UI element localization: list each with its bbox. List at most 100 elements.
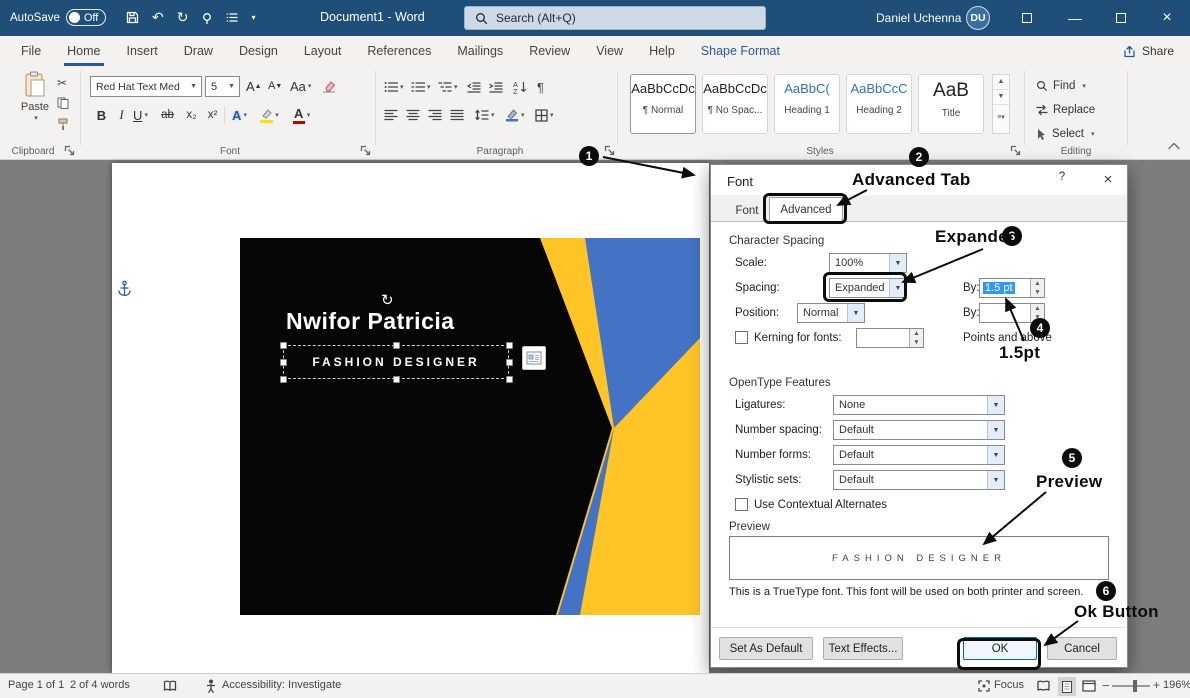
layout-options-button[interactable] (522, 346, 546, 370)
scale-select[interactable]: 100%▼ (829, 253, 907, 273)
tab-home[interactable]: Home (54, 36, 113, 66)
paragraph-dialog-launcher[interactable] (604, 145, 615, 156)
dialog-tab-advanced[interactable]: Advanced (769, 197, 843, 223)
close-button[interactable]: × (1152, 0, 1182, 36)
sort-button[interactable]: AZ (513, 76, 528, 98)
shading-button[interactable]: ▾ (505, 104, 525, 126)
kerning-points-field[interactable]: ▲▼ (856, 328, 924, 348)
kerning-checkbox[interactable] (735, 331, 748, 344)
tab-shape-format[interactable]: Shape Format (688, 36, 793, 66)
business-card-shape[interactable] (240, 238, 700, 615)
rotate-handle-icon[interactable]: ↻ (381, 291, 394, 309)
style-no-spacing[interactable]: AaBbCcDc ¶ No Spac... (702, 74, 768, 134)
focus-button[interactable]: Focus (994, 679, 1024, 691)
cancel-button[interactable]: Cancel (1047, 637, 1117, 660)
card-name-text[interactable]: Nwifor Patricia (286, 308, 466, 335)
tab-draw[interactable]: Draw (171, 36, 226, 66)
decrease-indent-button[interactable] (467, 76, 481, 98)
strikethrough-button[interactable]: ab (158, 104, 177, 126)
shrink-font-button[interactable]: A▼ (268, 75, 282, 97)
tab-file[interactable]: File (8, 36, 54, 66)
zoom-out-button[interactable]: − (1102, 678, 1110, 693)
selection-handle[interactable] (393, 376, 400, 383)
spin-down-icon[interactable]: ▼ (910, 338, 923, 347)
web-layout-icon[interactable] (1082, 680, 1096, 692)
italic-button[interactable]: I (112, 104, 131, 126)
spin-up-icon[interactable]: ▲ (910, 329, 923, 338)
styles-dialog-launcher[interactable] (1010, 145, 1021, 156)
style-normal[interactable]: AaBbCcDc ¶ Normal (630, 74, 696, 134)
collapse-ribbon-icon[interactable] (1168, 142, 1180, 150)
selection-handle[interactable] (280, 376, 287, 383)
align-right-button[interactable] (428, 104, 442, 126)
contextual-alternates-checkbox[interactable] (735, 498, 748, 511)
subscript-button[interactable]: x₂ (182, 104, 201, 126)
save-icon[interactable] (126, 11, 139, 24)
spacing-select[interactable]: Expanded▼ (829, 278, 907, 298)
bullets-button[interactable]: ▾ (384, 76, 404, 98)
font-dialog-launcher[interactable] (360, 145, 371, 156)
ribbon-display-options-icon[interactable] (1012, 0, 1042, 36)
font-color-button[interactable]: A ▾ (292, 104, 311, 126)
selected-text-box[interactable]: FASHION DESIGNER (283, 345, 509, 379)
styles-scroll-up-icon[interactable]: ▲ (993, 75, 1009, 90)
position-select[interactable]: Normal▼ (797, 303, 865, 323)
dialog-close-icon[interactable]: × (1097, 171, 1119, 191)
tab-references[interactable]: References (354, 36, 444, 66)
minimize-button[interactable]: — (1060, 0, 1090, 36)
dialog-help-icon[interactable]: ? (1051, 171, 1073, 191)
format-painter-icon[interactable] (57, 118, 69, 131)
stylistic-sets-select[interactable]: Default▼ (833, 470, 1005, 490)
show-marks-button[interactable]: ¶ (537, 76, 544, 98)
styles-scroll-down-icon[interactable]: ▼ (993, 90, 1009, 105)
selection-handle[interactable] (506, 359, 513, 366)
avatar[interactable]: DU (966, 6, 990, 30)
change-case-button[interactable]: Aa▾ (290, 75, 311, 97)
text-effects-button-dialog[interactable]: Text Effects... (823, 637, 903, 660)
highlight-color-button[interactable]: ▾ (260, 104, 279, 126)
clipboard-dialog-launcher[interactable] (64, 145, 75, 156)
spin-up-icon[interactable]: ▲ (1031, 304, 1044, 313)
tab-mailings[interactable]: Mailings (444, 36, 516, 66)
number-forms-select[interactable]: Default▼ (833, 445, 1005, 465)
superscript-button[interactable]: x² (203, 104, 222, 126)
increase-indent-button[interactable] (489, 76, 503, 98)
share-button[interactable]: Share (1123, 36, 1174, 66)
dialog-tab-font[interactable]: Font (725, 199, 769, 222)
zoom-level[interactable]: 196% (1163, 679, 1190, 691)
spin-down-icon[interactable]: ▼ (1031, 288, 1044, 297)
ligatures-select[interactable]: None▼ (833, 395, 1005, 415)
clear-formatting-button[interactable] (322, 75, 336, 97)
zoom-in-button[interactable]: + (1153, 678, 1160, 692)
redo-icon[interactable]: ↻ (177, 9, 189, 26)
print-layout-icon[interactable] (1058, 677, 1076, 696)
read-mode-icon[interactable] (1036, 680, 1051, 692)
style-heading-2[interactable]: AaBbCcC Heading 2 (846, 74, 912, 134)
align-left-button[interactable] (384, 104, 398, 126)
find-button[interactable]: Find▾ (1036, 76, 1086, 96)
tab-design[interactable]: Design (226, 36, 291, 66)
search-box[interactable]: Search (Alt+Q) (464, 6, 766, 30)
accessibility-status[interactable]: Accessibility: Investigate (222, 679, 341, 691)
style-heading-1[interactable]: AaBbC( Heading 1 (774, 74, 840, 134)
grow-font-button[interactable]: A▲ (246, 75, 262, 97)
autosave-toggle[interactable]: Off (66, 9, 106, 26)
justify-button[interactable] (450, 104, 464, 126)
bold-button[interactable]: B (92, 104, 111, 126)
zoom-slider[interactable] (1112, 685, 1150, 687)
spacing-by-field[interactable]: 1.5 pt ▲▼ (979, 278, 1045, 298)
tab-layout[interactable]: Layout (291, 36, 355, 66)
borders-button[interactable]: ▾ (535, 104, 554, 126)
styles-gallery-more-icon[interactable]: ≡▾ (993, 105, 1009, 131)
selection-handle[interactable] (506, 342, 513, 349)
selection-handle[interactable] (506, 376, 513, 383)
tab-insert[interactable]: Insert (114, 36, 171, 66)
copy-icon[interactable] (57, 97, 69, 109)
proofing-icon[interactable] (163, 680, 177, 692)
numbering-button[interactable]: ▾ (411, 76, 431, 98)
multilevel-list-button[interactable]: ▾ (438, 76, 458, 98)
style-title[interactable]: AaB Title (918, 74, 984, 134)
text-effects-button[interactable]: A▾ (230, 104, 249, 126)
line-spacing-button[interactable]: ▾ (475, 104, 495, 126)
select-button[interactable]: Select▾ (1036, 124, 1094, 144)
